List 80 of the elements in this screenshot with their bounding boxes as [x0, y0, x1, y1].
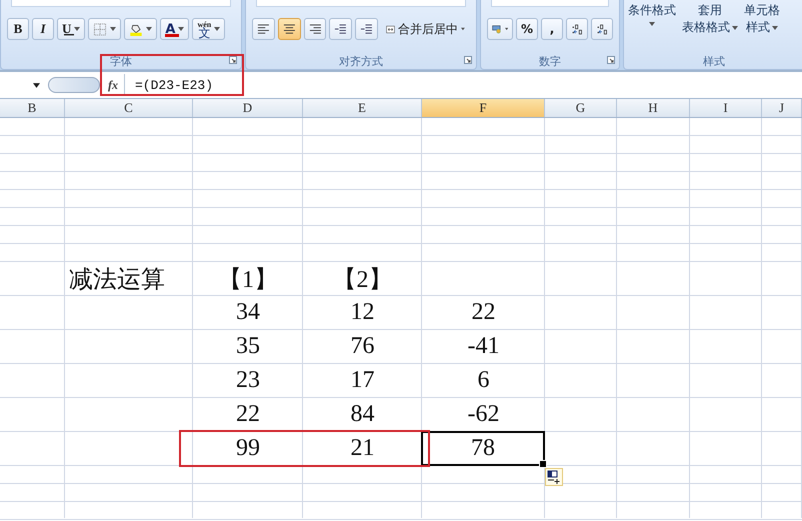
- group-label: 字体: [110, 54, 132, 68]
- decimal-increase-button[interactable]: [566, 18, 588, 40]
- paste-options-icon[interactable]: [545, 468, 563, 486]
- paint-bucket-icon: [129, 22, 144, 36]
- column-header[interactable]: D: [193, 99, 303, 117]
- caret-icon: [33, 82, 40, 88]
- caret-icon: [214, 27, 220, 31]
- table-cell-text: 84: [350, 400, 376, 429]
- column-header[interactable]: H: [617, 99, 690, 117]
- table-cell-text: 23: [235, 366, 261, 395]
- indent-decrease-button[interactable]: [329, 18, 352, 40]
- merge-button[interactable]: 合并后居中: [381, 18, 470, 40]
- style-button[interactable]: 单元格 样式: [742, 2, 782, 36]
- decimal-decrease-icon: [596, 22, 608, 36]
- table-cell-text: 34: [235, 298, 261, 327]
- group-label: 数字: [539, 54, 561, 68]
- group-label: 样式: [703, 54, 725, 68]
- bold-button[interactable]: B: [7, 18, 29, 40]
- caret-icon: [461, 27, 465, 31]
- borders-button[interactable]: [88, 18, 122, 40]
- align-right-button[interactable]: [304, 18, 326, 40]
- caret-icon: [649, 22, 655, 26]
- indent-icon: [334, 22, 348, 36]
- font-color-button[interactable]: A: [160, 18, 190, 40]
- dialog-launcher-icon[interactable]: [607, 56, 615, 64]
- dialog-launcher-icon[interactable]: [229, 56, 237, 64]
- splitter-handle[interactable]: [48, 77, 100, 93]
- align-left-button[interactable]: [252, 18, 275, 40]
- table-cell-text: 76: [350, 332, 376, 361]
- caret-icon: [178, 27, 184, 31]
- fill-handle[interactable]: [539, 460, 547, 468]
- column-header[interactable]: B: [0, 99, 65, 117]
- caret-icon: [732, 26, 738, 30]
- column-header[interactable]: I: [690, 99, 762, 117]
- table-cell-text: 17: [350, 366, 376, 395]
- borders-icon: [93, 22, 108, 36]
- column-header[interactable]: J: [762, 99, 802, 117]
- fill-color-button[interactable]: [124, 18, 158, 40]
- text-align-icon: [308, 22, 322, 36]
- column-header[interactable]: C: [65, 99, 193, 117]
- table-cell-text: 21: [350, 434, 376, 463]
- caret-icon: [74, 27, 80, 31]
- percent-button[interactable]: %: [516, 18, 538, 40]
- table-cell-text: 12: [350, 298, 376, 327]
- column-heading: 【2】: [332, 266, 394, 294]
- decimal-increase-icon: [571, 22, 583, 36]
- table-cell-text: -41: [466, 332, 500, 361]
- color-bar-icon: [165, 34, 180, 37]
- group-label: 对齐方式: [339, 54, 383, 68]
- align-center-button[interactable]: [278, 18, 301, 40]
- text-align-icon: [257, 22, 270, 36]
- currency-button[interactable]: [487, 18, 513, 40]
- dialog-launcher-icon[interactable]: [464, 56, 472, 64]
- table-cell-text: 6: [476, 366, 490, 395]
- underline-icon: [64, 34, 74, 36]
- phonetic-button[interactable]: wén 文: [192, 18, 226, 40]
- table-cell-text: -62: [466, 400, 500, 429]
- table-cell-text: 22: [235, 400, 261, 429]
- column-heading: 【1】: [217, 266, 279, 294]
- italic-button[interactable]: I: [32, 18, 54, 40]
- column-header[interactable]: G: [545, 99, 617, 117]
- caret-icon: [110, 27, 116, 31]
- column-header[interactable]: F: [422, 99, 545, 117]
- style-button[interactable]: 条件格式: [626, 2, 678, 26]
- formula-field[interactable]: =(D23-E23): [125, 78, 214, 92]
- decimal-decrease-button[interactable]: [591, 18, 613, 40]
- underline-button[interactable]: U: [57, 18, 86, 40]
- comma-button[interactable]: ,: [541, 18, 563, 40]
- caret-icon: [772, 26, 778, 30]
- indent-increase-button[interactable]: [355, 18, 378, 40]
- caret-icon: [146, 27, 152, 31]
- table-cell-text: 22: [470, 298, 496, 327]
- table-cell-text: 35: [235, 332, 261, 361]
- table-title: 减法运算: [68, 266, 166, 294]
- style-button[interactable]: 套用 表格格式: [680, 2, 740, 36]
- indent-icon: [360, 22, 374, 36]
- text-align-icon: [282, 22, 296, 36]
- insert-function-button[interactable]: fx: [102, 74, 125, 96]
- caret-icon: [504, 27, 508, 31]
- table-cell-text: 99: [235, 434, 261, 463]
